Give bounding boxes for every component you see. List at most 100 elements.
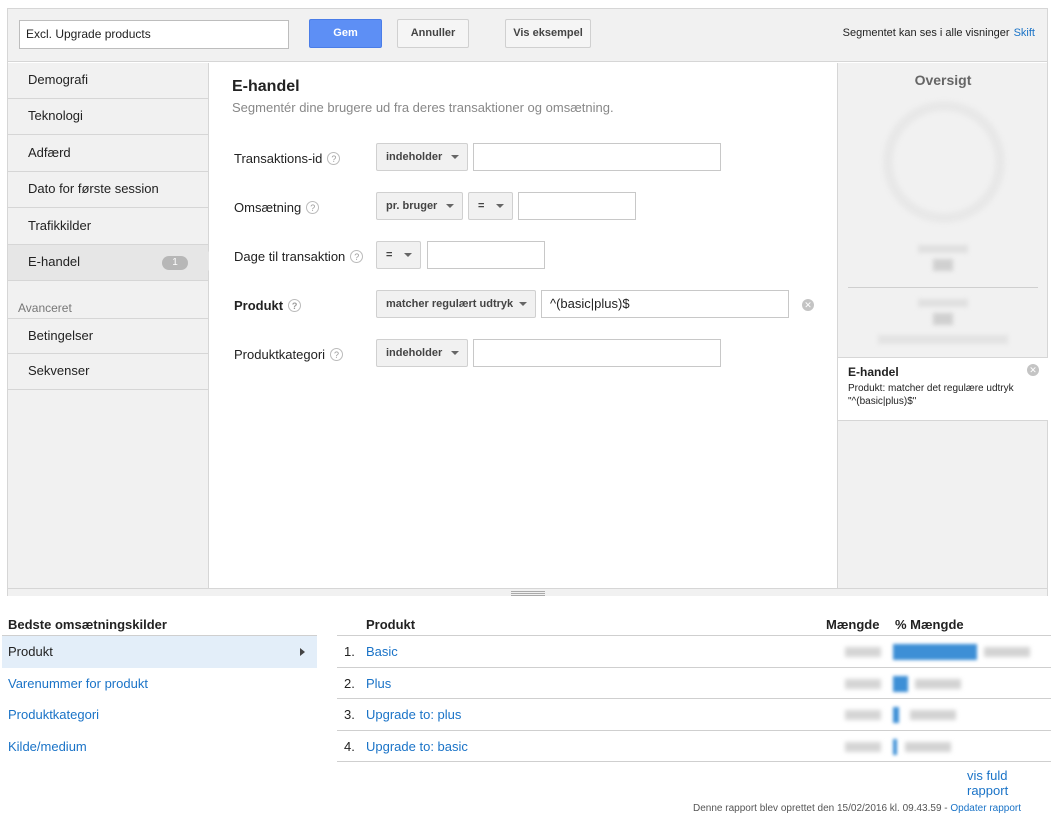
segment-category-nav: Demografi Teknologi Adfærd Dato for førs… [8,63,217,588]
product-category-label: Produktkategori? [234,347,344,362]
blurred-quantity [845,742,881,752]
condition-card-description: Produkt: matcher det regulære udtryk "^(… [848,383,1014,407]
nav-item-demografi[interactable]: Demografi [8,63,208,99]
source-item-product-category[interactable]: Produktkategori [2,699,317,731]
chevron-down-icon [496,204,504,208]
product-label: Produkt? [234,298,302,313]
blurred-percentage [915,679,961,689]
revenue-scope-select[interactable]: pr. bruger [376,192,463,220]
remove-condition-icon[interactable]: ✕ [802,299,814,311]
source-item-sku[interactable]: Varenummer for produkt [2,668,317,700]
help-icon[interactable]: ? [288,299,302,312]
product-category-operator-select[interactable]: indeholder [376,339,468,367]
save-button[interactable]: Gem [309,19,382,48]
segment-editor: Excl. Upgrade products Gem Annuller Vis … [7,8,1048,596]
blurred-quantity [845,710,881,720]
revenue-label: Omsætning? [234,200,320,215]
nav-item-sekvenser[interactable]: Sekvenser [8,354,208,390]
section-subtitle: Segmentér dine brugere ud fra deres tran… [232,100,614,115]
blurred-stat-value [933,313,953,325]
nav-item-trafikkilder[interactable]: Trafikkilder [8,209,208,245]
percentage-bar [893,739,897,755]
days-to-transaction-label: Dage til transaktion? [234,249,364,264]
nav-item-e-handel[interactable]: E-handel 1 [8,245,208,281]
days-operator-select[interactable]: = [376,241,421,269]
product-category-input[interactable] [473,339,721,367]
nav-item-adfaerd[interactable]: Adfærd [8,136,208,172]
product-link[interactable]: Upgrade to: basic [366,739,468,754]
view-full-report-link[interactable]: vis fuld rapport [967,768,1051,798]
summary-title: Oversigt [914,72,972,88]
segment-summary: Oversigt E-handel ✕ Produkt: matcher det… [837,63,1048,588]
source-item-produkt[interactable]: Produkt [2,636,317,668]
blurred-percentage [905,742,951,752]
chevron-down-icon [451,351,459,355]
days-input[interactable] [427,241,545,269]
chevron-down-icon [451,155,459,159]
summary-divider [848,287,1038,288]
resize-handle[interactable] [8,588,1047,596]
preview-button[interactable]: Vis eksempel [505,19,591,48]
top-revenue-sources-heading: Bedste omsætningskilder [8,617,167,632]
product-link[interactable]: Upgrade to: plus [366,707,461,722]
refresh-report-link[interactable]: Opdater rapport [950,803,1021,814]
nav-item-teknologi[interactable]: Teknologi [8,99,208,135]
transaction-id-input[interactable] [473,143,721,171]
transaction-id-operator-select[interactable]: indeholder [376,143,468,171]
product-link[interactable]: Basic [366,644,398,659]
row-rank: 2. [344,676,355,691]
condition-count-badge: 1 [162,256,188,270]
product-input[interactable]: ^(basic|plus)$ [541,290,789,318]
nav-item-first-session-date[interactable]: Dato for første session [8,172,208,208]
table-divider [337,635,1051,636]
percentage-bar [893,707,899,723]
report-footer: Denne rapport blev oprettet den 15/02/20… [693,803,1021,814]
row-rank: 1. [344,644,355,659]
blurred-stat-label [918,299,968,307]
source-item-source-medium[interactable]: Kilde/medium [2,731,317,763]
help-icon[interactable]: ? [306,201,320,214]
row-rank: 4. [344,739,355,754]
column-header-product: Produkt [366,617,416,632]
change-visibility-link[interactable]: Skift [1014,27,1035,39]
chevron-down-icon [404,253,412,257]
condition-card-title: E-handel [848,365,899,379]
close-icon[interactable]: ✕ [1027,364,1039,376]
revenue-operator-select[interactable]: = [468,192,513,220]
help-icon[interactable]: ? [327,152,341,165]
table-divider [337,667,1051,668]
visibility-info: Segmentet kan ses i alle visninger Skift [843,27,1035,39]
help-icon[interactable]: ? [350,250,364,263]
chevron-down-icon [446,204,454,208]
blurred-percentage [910,710,956,720]
blurred-stat-label [918,245,968,253]
help-icon[interactable]: ? [330,348,344,361]
chevron-down-icon [519,302,527,306]
product-operator-select[interactable]: matcher regulært udtryk [376,290,536,318]
percentage-bar [893,676,908,692]
row-rank: 3. [344,707,355,722]
segment-name-input[interactable]: Excl. Upgrade products [19,20,289,49]
summary-donut-chart [883,101,1005,223]
ecommerce-conditions: E-handel Segmentér dine brugere ud fra d… [209,63,837,588]
report-created-text: Denne rapport blev oprettet den 15/02/20… [693,803,951,814]
table-divider [337,730,1051,731]
revenue-input[interactable] [518,192,636,220]
condition-summary-card: E-handel ✕ Produkt: matcher det regulære… [838,357,1048,421]
column-header-quantity: Mængde [826,617,880,632]
blurred-stat-value [933,259,953,271]
product-link[interactable]: Plus [366,676,391,691]
table-divider [337,698,1051,699]
nav-item-betingelser[interactable]: Betingelser [8,318,208,354]
blurred-quantity [845,647,881,657]
blurred-session-share [878,335,1008,344]
blurred-percentage [984,647,1030,657]
segment-toolbar: Excl. Upgrade products Gem Annuller Vis … [8,9,1047,62]
cancel-button[interactable]: Annuller [397,19,469,48]
section-title: E-handel [232,78,300,95]
advanced-heading: Avanceret [18,301,72,315]
percentage-bar [893,644,977,660]
table-divider [337,761,1051,762]
visibility-text: Segmentet kan ses i alle visninger [842,27,1010,39]
grip-icon [511,591,545,596]
